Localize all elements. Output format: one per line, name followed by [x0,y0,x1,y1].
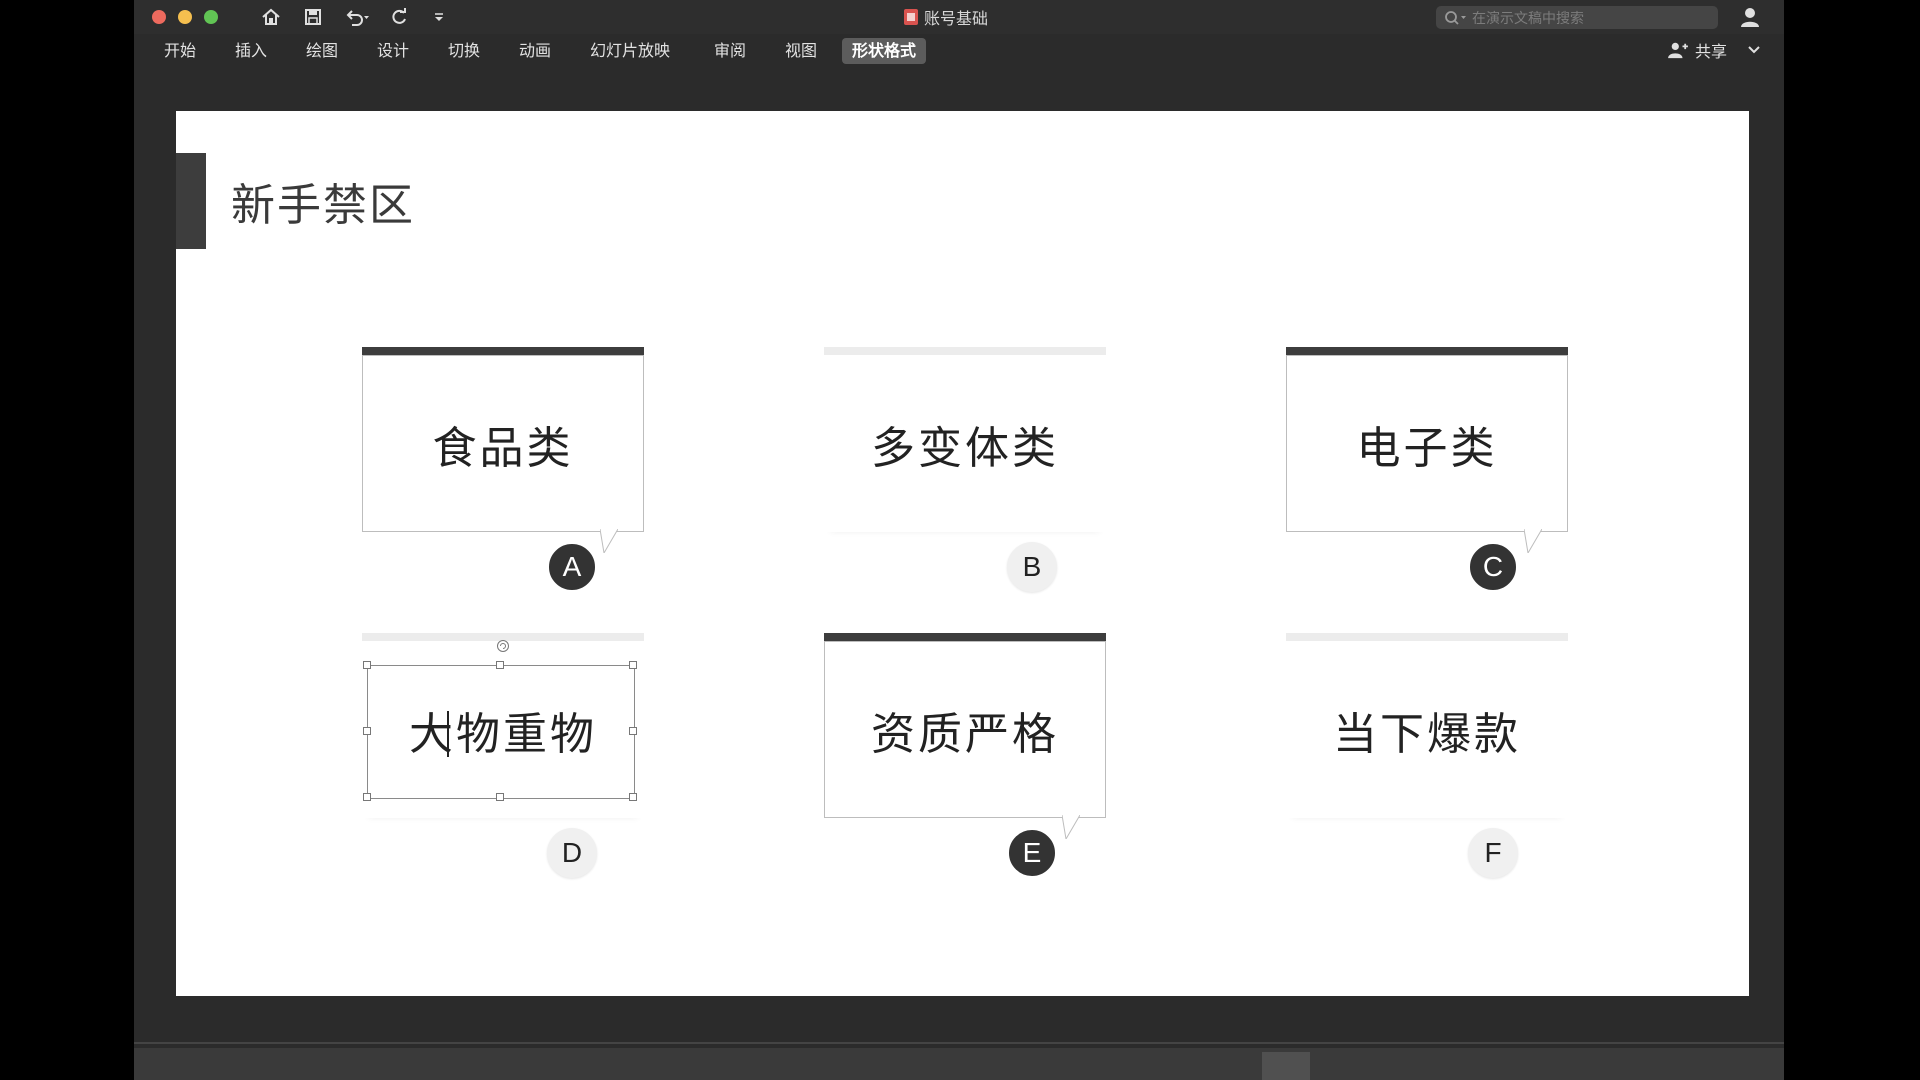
tab-view[interactable]: 视图 [775,38,827,64]
resize-handle[interactable] [496,793,504,801]
rotate-handle-icon[interactable] [496,639,510,653]
card-label: 多变体类 [871,422,1059,474]
card-box: 资质严格 [824,641,1106,818]
badge-d: D [547,828,597,878]
slide-canvas[interactable]: 新手禁区 食品类 A 多变体类 B 电子类 C 大物重物 D 资质严格 E 当下… [176,111,1749,996]
card-food[interactable]: 食品类 A [362,347,644,592]
share-button[interactable]: 共享 [1667,38,1761,62]
text-cursor [447,711,449,757]
powerpoint-window: 账号基础 在演示文稿中搜索 开始 插入 绘图 设计 切换 动画 幻灯片放映 审阅… [134,0,1784,1080]
search-placeholder: 在演示文稿中搜索 [1472,10,1584,27]
title-bar: 账号基础 在演示文稿中搜索 [134,0,1784,34]
card-current-hot[interactable]: 当下爆款 F [1286,633,1568,878]
search-field[interactable]: 在演示文稿中搜索 [1436,6,1718,29]
card-top-bar [1286,633,1568,641]
resize-handle[interactable] [363,661,371,669]
tab-animations[interactable]: 动画 [509,38,561,64]
resize-handle[interactable] [363,793,371,801]
card-electronics[interactable]: 电子类 C [1286,347,1568,592]
card-strict-qualification[interactable]: 资质严格 E [824,633,1106,878]
badge-a: A [547,542,597,592]
tab-shape-format[interactable]: 形状格式 [842,38,927,64]
slide-editing-area: 新手禁区 食品类 A 多变体类 B 电子类 C 大物重物 D 资质严格 E 当下… [134,66,1784,1048]
badge-b: B [1007,542,1057,592]
chevron-down-icon [1748,46,1760,54]
callout-tail [1524,529,1542,553]
card-box: 电子类 [1286,355,1568,532]
card-multi-variant[interactable]: 多变体类 B [824,347,1106,592]
tab-insert[interactable]: 插入 [225,38,277,64]
tab-transitions[interactable]: 切换 [438,38,490,64]
badge-e: E [1007,828,1057,878]
card-label: 食品类 [432,422,574,474]
add-person-icon [1668,42,1688,59]
tab-slideshow[interactable]: 幻灯片放映 [580,38,680,64]
maximize-window-button[interactable] [204,10,218,24]
tab-review[interactable]: 审阅 [704,38,756,64]
tab-home[interactable]: 开始 [154,38,206,64]
ribbon-tabs: 开始 插入 绘图 设计 切换 动画 幻灯片放映 审阅 视图 形状格式 [134,34,1784,66]
callout-tail [600,529,618,553]
share-label: 共享 [1695,42,1728,61]
tab-draw[interactable]: 绘图 [296,38,348,64]
text-selection-frame [367,665,635,799]
document-title: 账号基础 [904,7,989,28]
tab-design[interactable]: 设计 [367,38,419,64]
minimize-window-button[interactable] [178,10,192,24]
callout-tail [1062,815,1080,839]
profile-icon[interactable] [1738,5,1762,29]
card-top-bar [824,347,1106,355]
card-label: 资质严格 [871,708,1059,760]
card-box: 当下爆款 [1286,641,1568,818]
title-accent-bar [176,153,206,249]
card-label: 当下爆款 [1333,708,1521,760]
resize-handle[interactable] [629,661,637,669]
status-bar [134,1048,1784,1080]
save-icon[interactable] [300,5,326,29]
badge-c: C [1468,542,1518,592]
resize-handle[interactable] [496,661,504,669]
slide-title[interactable]: 新手禁区 [231,169,415,233]
redo-icon[interactable] [386,5,412,29]
card-label: 电子类 [1356,422,1498,474]
horizontal-scrollbar-thumb[interactable] [1262,1052,1310,1080]
resize-handle[interactable] [363,727,371,735]
presentation-file-icon [904,9,918,25]
resize-handle[interactable] [629,727,637,735]
card-large-heavy[interactable]: 大物重物 D [362,633,644,878]
badge-f: F [1468,828,1518,878]
card-box: 食品类 [362,355,644,532]
search-icon [1445,10,1466,25]
customize-toolbar-icon[interactable] [426,5,452,29]
document-title-text: 账号基础 [924,9,989,28]
home-icon[interactable] [258,5,284,29]
resize-handle[interactable] [629,793,637,801]
close-window-button[interactable] [152,10,166,24]
status-separator [134,1042,1784,1044]
card-box: 多变体类 [824,355,1106,532]
undo-icon[interactable] [340,5,374,29]
